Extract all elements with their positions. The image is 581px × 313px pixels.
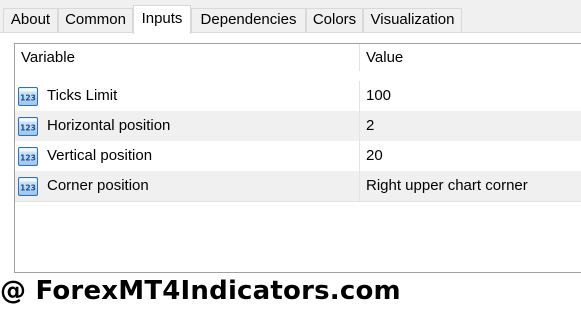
tab-inputs[interactable]: Inputs (133, 5, 191, 34)
tab-colors[interactable]: Colors (306, 8, 363, 32)
variable-name: Horizontal position (47, 117, 171, 134)
table-row[interactable]: 123 Horizontal position 2 (15, 111, 581, 141)
watermark-text: @ ForexMT4Indicators.com (0, 276, 401, 306)
tab-common[interactable]: Common (58, 8, 133, 32)
tab-dependencies[interactable]: Dependencies (191, 8, 306, 32)
tab-visualization[interactable]: Visualization (363, 8, 462, 32)
variable-value[interactable]: Right upper chart corner (359, 171, 581, 201)
inputs-panel: Variable Value 123 Ticks Limit 100 123 H… (0, 33, 581, 313)
variable-name: Ticks Limit (47, 87, 118, 104)
variable-value[interactable]: 2 (359, 111, 581, 141)
variable-name: Vertical position (47, 147, 153, 164)
inputs-table: Variable Value 123 Ticks Limit 100 123 H… (14, 43, 581, 273)
variable-name: Corner position (47, 177, 149, 194)
tab-about[interactable]: About (3, 8, 58, 32)
variable-value[interactable]: 100 (359, 81, 581, 111)
table-header: Variable Value (15, 44, 581, 71)
row-divider (15, 201, 581, 202)
table-row[interactable]: 123 Corner position Right upper chart co… (15, 171, 581, 201)
table-row[interactable]: 123 Vertical position 20 (15, 141, 581, 171)
table-row[interactable]: 123 Ticks Limit 100 (15, 81, 581, 111)
column-header-value[interactable]: Value (359, 44, 581, 71)
tab-bar: About Common Inputs Dependencies Colors … (0, 0, 581, 34)
column-header-variable[interactable]: Variable (15, 44, 359, 71)
variable-value[interactable]: 20 (359, 141, 581, 171)
